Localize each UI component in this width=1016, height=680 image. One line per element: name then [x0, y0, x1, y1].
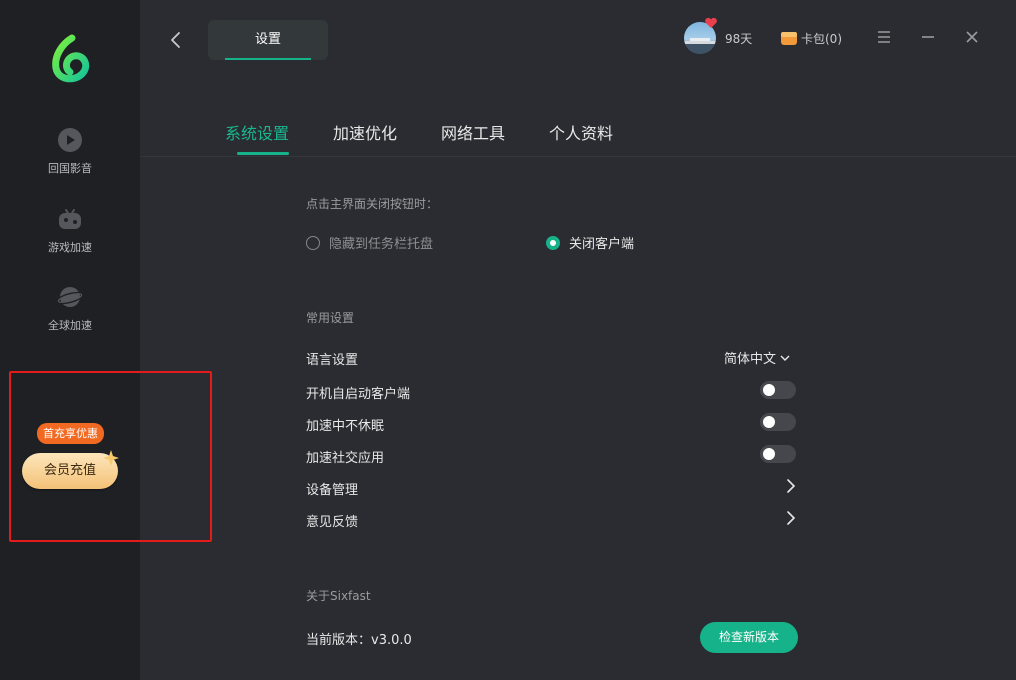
tab-system-settings[interactable]: 系统设置 — [225, 120, 289, 144]
sidebar-item-video[interactable]: 回国影音 — [0, 127, 140, 176]
toggle-knob — [763, 416, 775, 428]
active-tab-indicator — [237, 152, 289, 155]
chevron-right-icon[interactable] — [784, 510, 796, 526]
autostart-label: 开机自启动客户端 — [306, 387, 411, 402]
sidebar: 回国影音 游戏加速 全球加速 — [0, 0, 140, 680]
tab-settings-title[interactable]: 设置 — [208, 20, 328, 60]
wallet-icon[interactable] — [780, 30, 798, 46]
language-select[interactable]: 简体中文 — [724, 348, 790, 367]
common-settings-label: 常用设置 — [306, 311, 355, 325]
toggle-knob — [763, 448, 775, 460]
tab-network-tools[interactable]: 网络工具 — [441, 120, 505, 144]
sidebar-item-label: 全球加速 — [48, 319, 92, 332]
sidebar-item-game[interactable]: 游戏加速 — [0, 206, 140, 255]
radio-label: 关闭客户端 — [569, 237, 635, 252]
language-value: 简体中文 — [724, 352, 777, 367]
check-update-button[interactable]: 检查新版本 — [700, 622, 798, 653]
tabs-divider — [140, 156, 1016, 157]
radio-minimize-to-tray[interactable]: 隐藏到任务栏托盘 — [306, 233, 433, 252]
radio-label: 隐藏到任务栏托盘 — [329, 237, 434, 252]
app-logo — [52, 34, 90, 83]
autostart-toggle[interactable] — [760, 381, 796, 399]
no-sleep-toggle[interactable] — [760, 413, 796, 431]
planet-icon — [57, 287, 83, 307]
minimize-icon[interactable] — [920, 28, 936, 46]
first-recharge-badge: 首充享优惠 — [37, 423, 104, 444]
radio-close-client[interactable]: 关闭客户端 — [546, 233, 634, 252]
chevron-down-icon — [780, 355, 790, 361]
sparkle-icon — [103, 450, 119, 466]
membership-days: 98天 — [725, 32, 753, 46]
toggle-knob — [763, 384, 775, 396]
social-apps-label: 加速社交应用 — [306, 451, 385, 466]
device-management-label[interactable]: 设备管理 — [306, 479, 358, 498]
sidebar-item-label: 游戏加速 — [48, 241, 92, 254]
gamepad-icon — [59, 209, 81, 229]
tab-acceleration-optimization[interactable]: 加速优化 — [333, 120, 397, 144]
sidebar-item-global[interactable]: 全球加速 — [0, 284, 140, 333]
radio-checked-icon — [546, 235, 560, 250]
page-title: 设置 — [254, 32, 281, 47]
social-apps-toggle[interactable] — [760, 445, 796, 463]
current-version: 当前版本：v3.0.0 — [306, 633, 412, 648]
chevron-right-icon[interactable] — [784, 478, 796, 494]
menu-icon[interactable] — [876, 28, 892, 46]
radio-unchecked-icon — [306, 235, 320, 250]
language-setting-label: 语言设置 — [306, 353, 359, 368]
about-label: 关于Sixfast — [306, 589, 371, 603]
close-behavior-label: 点击主界面关闭按钮时： — [306, 197, 439, 211]
wallet-link[interactable]: 卡包(0) — [801, 30, 842, 47]
no-sleep-label: 加速中不休眠 — [306, 419, 385, 434]
feedback-label[interactable]: 意见反馈 — [306, 511, 358, 530]
play-circle-icon — [58, 128, 82, 152]
close-icon[interactable] — [964, 28, 980, 46]
back-arrow-icon[interactable] — [166, 28, 186, 52]
tab-profile[interactable]: 个人资料 — [549, 120, 613, 144]
title-underline — [225, 58, 311, 60]
sidebar-item-label: 回国影音 — [48, 162, 92, 175]
heart-badge-icon — [705, 17, 717, 28]
